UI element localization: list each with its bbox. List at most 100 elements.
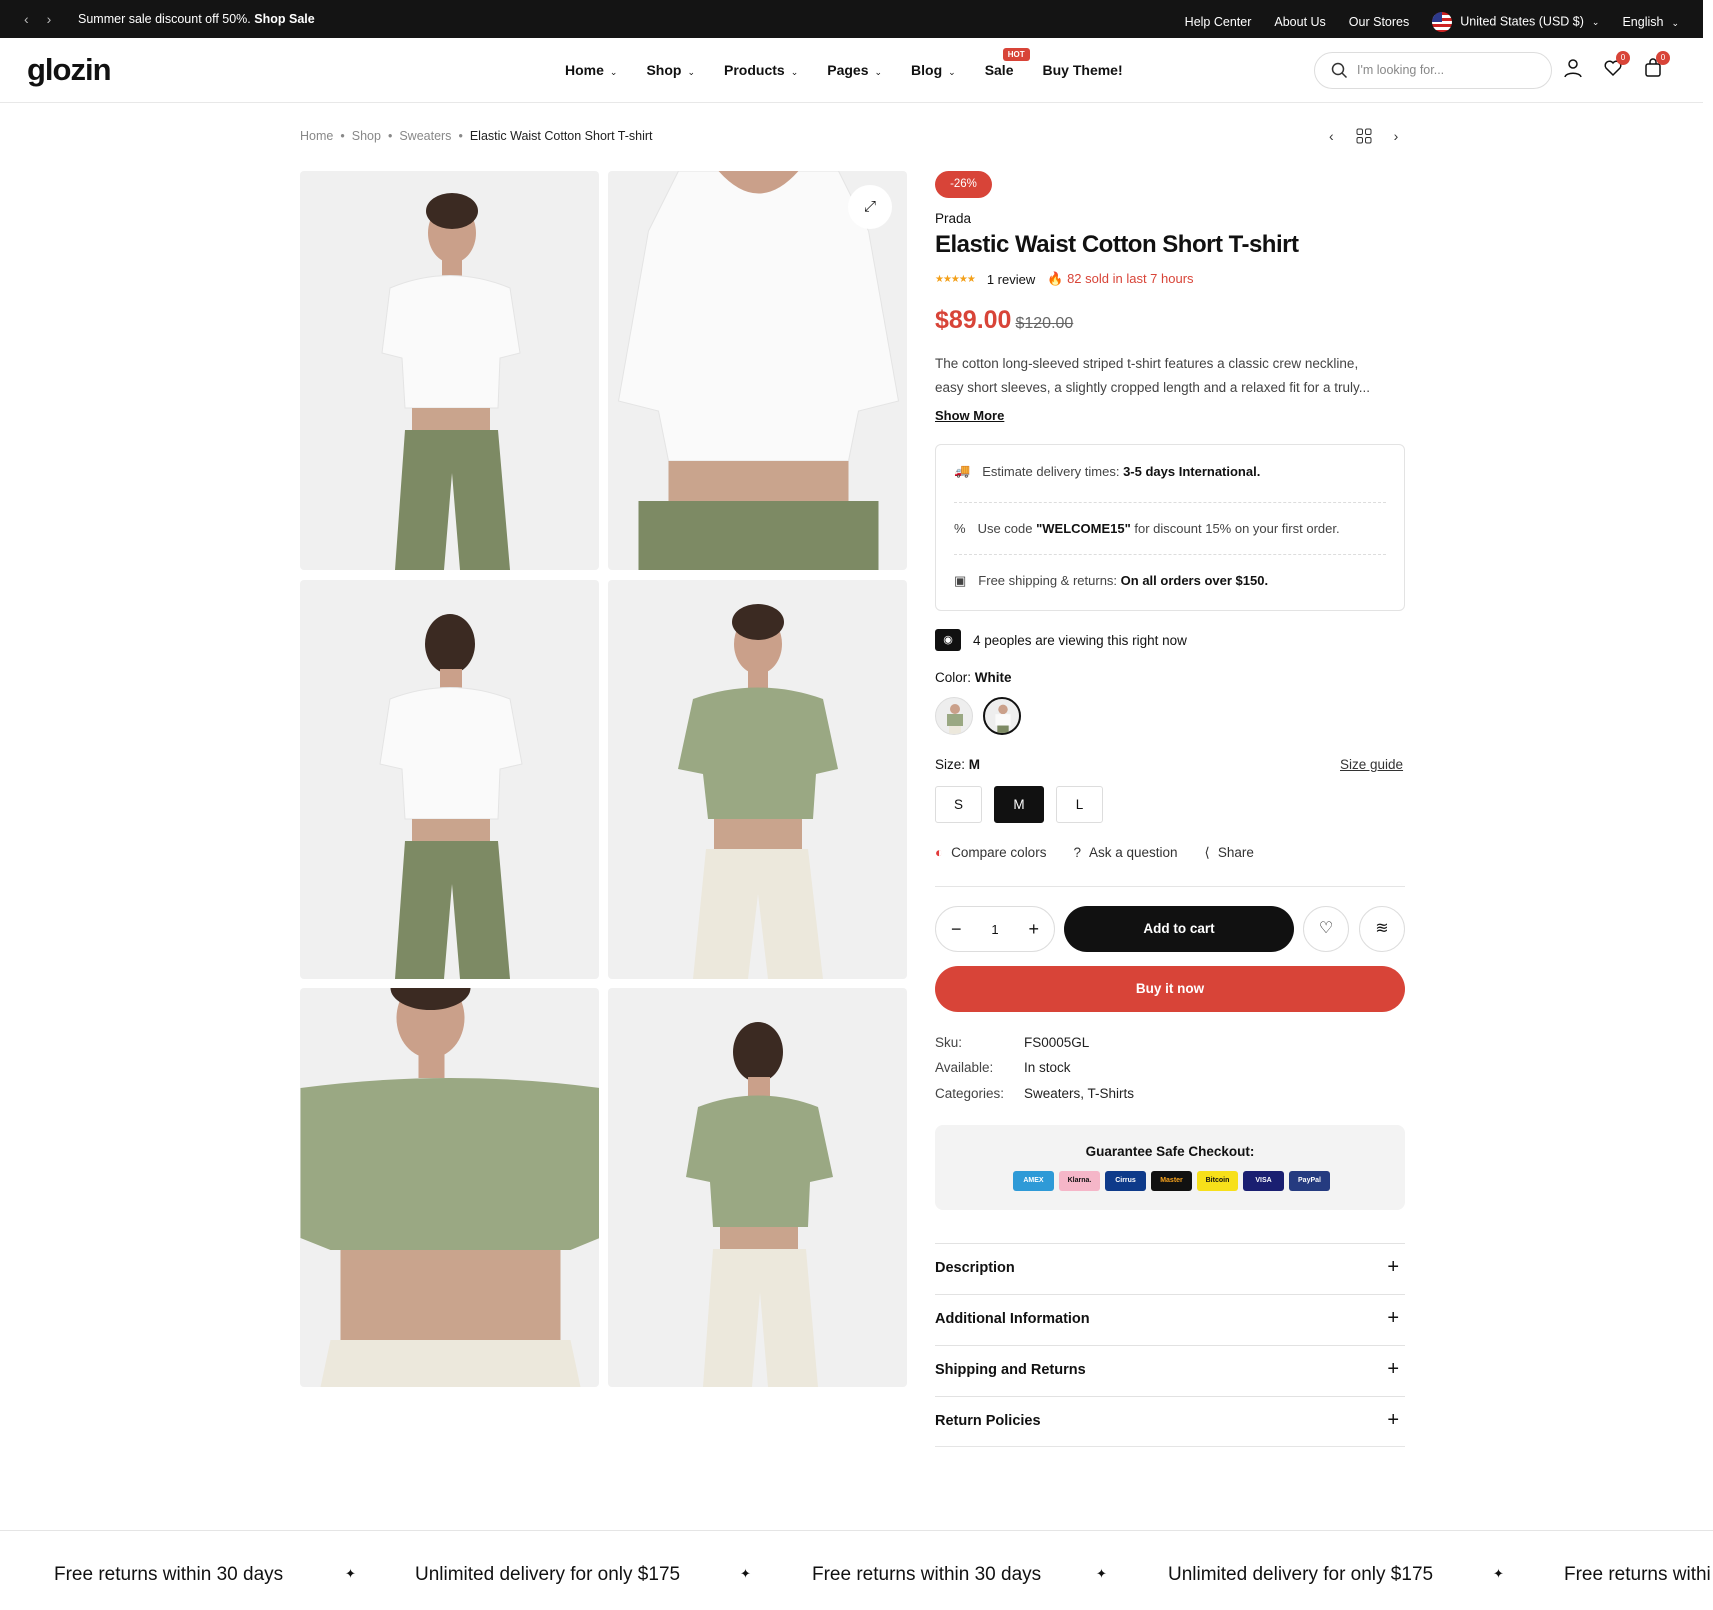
announcement-bar: ‹ › Summer sale discount off 50%. Shop Sa… bbox=[0, 0, 1703, 38]
language-selector[interactable]: English ⌄ bbox=[1622, 15, 1679, 29]
description-line: The cotton long-sleeved striped t-shirt … bbox=[935, 356, 1359, 371]
chevron-down-icon: ⌄ bbox=[687, 67, 695, 77]
size-guide-link[interactable]: Size guide bbox=[1340, 757, 1403, 772]
chevron-down-icon: ⌄ bbox=[790, 67, 799, 77]
color-swatch-green[interactable] bbox=[935, 697, 973, 735]
our-stores-link[interactable]: Our Stores bbox=[1349, 15, 1409, 29]
buy-now-button[interactable]: Buy it now bbox=[935, 966, 1405, 1012]
minus-icon[interactable]: − bbox=[951, 919, 962, 940]
model-photo bbox=[677, 604, 838, 979]
nav-home[interactable]: Home ⌄ bbox=[565, 62, 617, 78]
nav-label: Products bbox=[724, 62, 785, 78]
product-image[interactable] bbox=[300, 580, 599, 979]
product-image[interactable] bbox=[300, 171, 599, 570]
compare-button[interactable]: ≋ bbox=[1359, 906, 1405, 952]
about-us-link[interactable]: About Us bbox=[1274, 15, 1325, 29]
show-more-link[interactable]: Show More bbox=[935, 408, 1405, 423]
plus-icon: + bbox=[1387, 1307, 1399, 1329]
size-value: M bbox=[968, 757, 981, 772]
account-icon[interactable] bbox=[1563, 58, 1583, 78]
breadcrumb-shop[interactable]: Shop bbox=[352, 129, 381, 143]
marquee-item: Unlimited delivery for only $175 bbox=[415, 1564, 681, 1585]
color-value: White bbox=[974, 670, 1012, 685]
share-button[interactable]: ⟨ Share bbox=[1205, 845, 1254, 861]
price-row: $89.00 $120.00 bbox=[935, 306, 1405, 335]
next-arrow-icon[interactable]: › bbox=[47, 11, 52, 27]
expand-button[interactable]: ⤢ bbox=[848, 185, 892, 229]
product-image[interactable] bbox=[608, 580, 907, 979]
accordion-description[interactable]: Description + bbox=[935, 1243, 1405, 1294]
meta-value[interactable]: Sweaters, T-Shirts bbox=[1024, 1086, 1134, 1101]
compare-colors-button[interactable]: ◐ Compare colors bbox=[935, 845, 1046, 861]
main-nav: Home ⌄ Shop ⌄ Products ⌄ Pages ⌄ Blog ⌄ HOT Sa… bbox=[565, 48, 1123, 78]
nav-sale[interactable]: HOT Sale bbox=[984, 48, 1030, 78]
amex-icon: AMEX bbox=[1013, 1171, 1054, 1191]
language-label: English bbox=[1622, 15, 1664, 29]
next-product-icon[interactable]: › bbox=[1394, 128, 1399, 144]
wishlist-add-button[interactable]: ♡ bbox=[1303, 906, 1349, 952]
product-image[interactable]: ⤢ bbox=[608, 171, 907, 570]
marquee-item: Free returns within 30 days bbox=[812, 1564, 1042, 1585]
nav-products[interactable]: Products ⌄ bbox=[724, 62, 798, 78]
review-count[interactable]: 1 review bbox=[987, 272, 1035, 287]
info-value: 3-5 days International. bbox=[1123, 463, 1261, 479]
product-actions: ◐ Compare colors ? Ask a question ⟨ Share bbox=[935, 845, 1405, 861]
product-image[interactable] bbox=[300, 988, 599, 1387]
plus-icon: + bbox=[1387, 1256, 1399, 1278]
accordion-return-policies[interactable]: Return Policies + bbox=[935, 1396, 1405, 1447]
cart-button[interactable]: 0 bbox=[1643, 51, 1670, 83]
add-to-cart-button[interactable]: Add to cart bbox=[1064, 906, 1294, 952]
marquee-banner: Free returns within 30 days ✦ Unlimited … bbox=[0, 1530, 1713, 1610]
product-image[interactable] bbox=[608, 988, 907, 1387]
model-photo bbox=[378, 614, 523, 979]
breadcrumb-home[interactable]: Home bbox=[300, 129, 333, 143]
prev-product-icon[interactable]: ‹ bbox=[1329, 128, 1334, 144]
cart-count: 0 bbox=[1656, 51, 1670, 65]
nav-pages[interactable]: Pages ⌄ bbox=[827, 62, 882, 78]
coupon-code: "WELCOME15" bbox=[1036, 521, 1131, 536]
heart-icon: ♡ bbox=[1318, 920, 1334, 937]
info-text: Estimate delivery times: 3-5 days Intern… bbox=[982, 464, 1260, 479]
accordion-label: Description bbox=[935, 1260, 1015, 1276]
nav-label: Sale bbox=[984, 62, 1014, 78]
info-text: Use code "WELCOME15" for discount 15% on… bbox=[978, 521, 1340, 536]
star-rating-icon: ★★★★★ bbox=[935, 273, 976, 285]
currency-selector[interactable]: United States (USD $) ⌄ bbox=[1432, 12, 1599, 32]
search-input[interactable]: I'm looking for... bbox=[1314, 52, 1552, 89]
sku-row: Sku: FS0005GL bbox=[935, 1035, 1089, 1050]
accordion-additional-info[interactable]: Additional Information + bbox=[935, 1294, 1405, 1345]
nav-label: Home bbox=[565, 62, 604, 78]
search-icon bbox=[1331, 62, 1348, 79]
ask-question-button[interactable]: ? Ask a question bbox=[1073, 845, 1177, 861]
breadcrumb: Home • Shop • Sweaters • Elastic Waist Cotton … bbox=[300, 129, 653, 143]
size-option-l[interactable]: L bbox=[1056, 786, 1103, 823]
nav-blog[interactable]: Blog ⌄ bbox=[911, 62, 956, 78]
nav-buy-theme[interactable]: Buy Theme! bbox=[1043, 62, 1123, 78]
share-icon: ⟨ bbox=[1204, 845, 1210, 860]
help-center-link[interactable]: Help Center bbox=[1185, 15, 1252, 29]
breadcrumb-sweaters[interactable]: Sweaters bbox=[399, 129, 451, 143]
chevron-down-icon: ⌄ bbox=[1591, 17, 1600, 28]
grid-icon[interactable] bbox=[1356, 128, 1372, 144]
plus-icon[interactable]: + bbox=[1029, 919, 1040, 940]
size-option-m[interactable]: M bbox=[994, 786, 1044, 823]
logo[interactable]: glozin bbox=[27, 52, 112, 88]
plus-icon: + bbox=[1387, 1358, 1399, 1380]
info-label: Use code bbox=[977, 521, 1037, 536]
accordion-shipping-returns[interactable]: Shipping and Returns + bbox=[935, 1345, 1405, 1396]
quantity-value[interactable]: 1 bbox=[991, 922, 998, 937]
sparkle-icon: ✦ bbox=[1096, 1566, 1107, 1581]
model-photo bbox=[685, 1022, 833, 1387]
product-brand[interactable]: Prada bbox=[935, 211, 1405, 226]
shop-sale-link[interactable]: Shop Sale bbox=[254, 12, 314, 26]
wishlist-button[interactable]: 0 bbox=[1603, 51, 1630, 83]
delivery-truck-icon: 🚚 bbox=[954, 463, 971, 478]
layers-icon: ≋ bbox=[1375, 920, 1389, 937]
color-swatch-white[interactable] bbox=[983, 697, 1021, 735]
prev-arrow-icon[interactable]: ‹ bbox=[24, 11, 29, 27]
site-header: glozin Home ⌄ Shop ⌄ Products ⌄ Pages ⌄ Blog… bbox=[0, 38, 1703, 103]
nav-shop[interactable]: Shop ⌄ bbox=[646, 62, 695, 78]
size-option-s[interactable]: S bbox=[935, 786, 982, 823]
eye-icon: ◉ bbox=[935, 629, 961, 651]
quantity-stepper[interactable]: − 1 + bbox=[935, 906, 1055, 952]
